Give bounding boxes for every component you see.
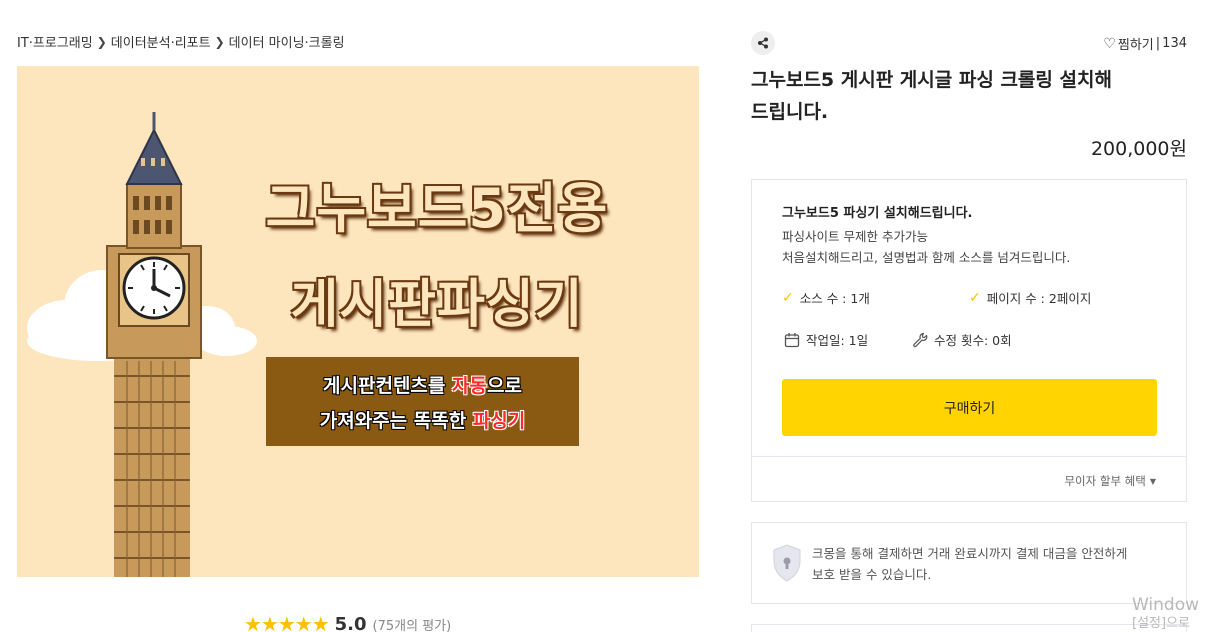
purchase-option-card: 그누보드5 파싱기 설치해드립니다. 파싱사이트 무제한 추가가능 처음설치해드… [751, 179, 1187, 502]
wish-label: 찜하기 [1117, 38, 1154, 53]
hero-caption-line-2: 가져와주는 똑똑한 파싱기 [320, 406, 526, 433]
calendar-icon [784, 332, 800, 347]
caption-text: 으로 [486, 374, 522, 397]
divider [752, 456, 1186, 457]
feature-label: 작업일: 1일 [806, 333, 869, 348]
breadcrumb: IT·프로그래밍 ❯ 데이터분석·리포트 ❯ 데이터 마이닝·크롤링 [17, 32, 345, 52]
caret-down-icon: ▼ [1149, 476, 1156, 486]
rating-summary: ★★★★★ 5.0 (75개의 평가) [244, 612, 451, 632]
hero-headline-1: 그누보드5전용 [265, 177, 609, 240]
feature-label: 페이지 수 : 2페이지 [986, 291, 1092, 306]
buy-button[interactable]: 구매하기 [782, 379, 1157, 436]
feature-page-count: ✓ 페이지 수 : 2페이지 [969, 288, 1091, 307]
next-section-card [751, 624, 1187, 632]
safe-payment-notice: 크몽을 통해 결제하면 거래 완료시까지 결제 대금을 안전하게 보호 받을 수… [751, 522, 1187, 604]
installment-label: 무이자 할부 혜택 [1064, 474, 1146, 488]
rating-count[interactable]: (75개의 평가) [373, 615, 452, 632]
feature-work-days: 작업일: 1일 [784, 330, 868, 349]
feature-label: 소스 수 : 1개 [799, 291, 870, 306]
check-icon: ✓ [969, 289, 981, 306]
caption-highlight: 자동 [452, 374, 487, 397]
safe-line-1: 크몽을 통해 결제하면 거래 완료시까지 결제 대금을 안전하게 [812, 546, 1128, 561]
chevron-right-icon: ❯ [214, 34, 225, 49]
caption-text: 가져와주는 똑똑한 [319, 409, 473, 432]
product-title: 그누보드5 게시판 게시글 파싱 크롤링 설치해 드립니다. [751, 64, 1131, 128]
caption-text: 게시판컨텐츠를 [323, 374, 453, 397]
star-rating-icons: ★★★★★ [244, 612, 330, 632]
windows-activation-watermark: Window [설정]으로 [1132, 594, 1210, 632]
hero-headline-2: 게시판파싱기 [290, 275, 584, 335]
shield-lock-icon [773, 544, 801, 582]
safe-payment-text: 크몽을 통해 결제하면 거래 완료시까지 결제 대금을 안전하게 보호 받을 수… [812, 543, 1172, 585]
product-title-line-2: 드립니다. [751, 101, 829, 123]
watermark-line-2: [설정]으로 [1132, 616, 1190, 631]
wishlist-button[interactable]: ♡ 찜하기 | 134 [1103, 34, 1187, 54]
option-desc-line-2: 처음설치해드리고, 설명법과 함께 소스를 넘겨드립니다. [782, 250, 1071, 265]
wish-count: 134 [1162, 36, 1187, 51]
product-title-line-1: 그누보드5 게시판 게시글 파싱 크롤링 설치해 [751, 69, 1112, 91]
installment-benefit-toggle[interactable]: 무이자 할부 혜택 ▼ [1064, 473, 1156, 489]
wish-divider: | [1155, 36, 1161, 51]
option-description: 파싱사이트 무제한 추가가능 처음설치해드리고, 설명법과 함께 소스를 넘겨드… [782, 226, 1070, 268]
share-button[interactable] [751, 31, 775, 55]
breadcrumb-item-data-analysis[interactable]: 데이터분석·리포트 [111, 32, 211, 51]
product-price: 200,000원 [1090, 138, 1187, 160]
feature-label: 수정 횟수: 0회 [934, 333, 1012, 348]
watermark-line-1: Window [1132, 595, 1200, 615]
share-icon [758, 37, 768, 49]
wrench-icon [913, 332, 928, 347]
check-icon: ✓ [782, 289, 794, 306]
option-desc-line-1: 파싱사이트 무제한 추가가능 [782, 229, 928, 244]
feature-revisions: 수정 횟수: 0회 [912, 330, 1012, 349]
heart-icon: ♡ [1103, 35, 1116, 52]
option-title: 그누보드5 파싱기 설치해드립니다. [782, 206, 973, 221]
breadcrumb-item-it-programming[interactable]: IT·프로그래밍 [17, 32, 93, 51]
product-hero-image: 그누보드5전용 게시판파싱기 게시판컨텐츠를 자동으로 가져와주는 똑똑한 파싱… [17, 66, 699, 577]
hero-caption-box: 게시판컨텐츠를 자동으로 가져와주는 똑똑한 파싱기 [266, 357, 579, 446]
feature-source-count: ✓ 소스 수 : 1개 [782, 288, 870, 307]
hero-caption-line-1: 게시판컨텐츠를 자동으로 [323, 371, 522, 398]
rating-score: 5.0 [334, 613, 367, 632]
safe-line-2: 보호 받을 수 있습니다. [812, 567, 932, 582]
breadcrumb-item-data-mining[interactable]: 데이터 마이닝·크롤링 [229, 32, 345, 51]
chevron-right-icon: ❯ [96, 34, 107, 49]
caption-highlight: 파싱기 [472, 409, 526, 432]
